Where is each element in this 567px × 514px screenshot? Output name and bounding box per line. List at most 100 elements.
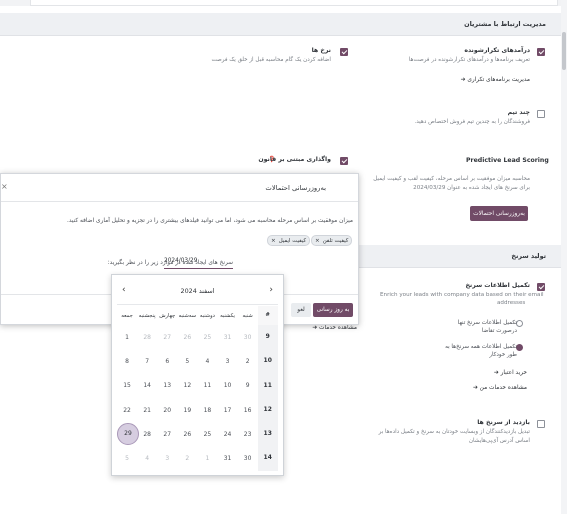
multi-team-desc: فروشندگان را به چندین تیم فروش اختصاص ده… xyxy=(414,119,530,125)
arrow-icon: ➔ xyxy=(472,385,478,391)
week-number-header: # xyxy=(257,306,278,325)
recurring-plans-link[interactable]: مدیریت برنامه‌های تکراری ➔ xyxy=(461,77,530,83)
weekday-header: دوشنبه xyxy=(199,312,215,319)
visits-checkbox[interactable] xyxy=(537,420,545,428)
lead-section-title: تولید سرنخ xyxy=(511,252,546,260)
calendar-day[interactable]: 30 xyxy=(238,334,258,341)
calendar-day[interactable]: 8 xyxy=(117,358,137,365)
calendar-day[interactable]: 25 xyxy=(197,334,217,341)
calendar-day[interactable]: 18 xyxy=(197,407,217,414)
multi-team-checkbox[interactable] xyxy=(537,110,545,118)
enrich-auto-label-2: طور خودکار xyxy=(489,352,517,358)
calendar-day[interactable]: 31 xyxy=(217,334,237,341)
calendar-day[interactable]: 28 xyxy=(137,334,157,341)
calendar-week-row: 5 4 3 2 1 31 30 14 xyxy=(117,446,278,471)
enrich-on-demand-radio[interactable] xyxy=(516,320,523,327)
calendar-day-label: 3 xyxy=(225,357,230,365)
calendar-day-label: 30 xyxy=(243,455,252,463)
view-services-link[interactable]: مشاهده خدمات ➔ xyxy=(312,325,357,331)
calendar-day[interactable]: 26 xyxy=(177,431,197,438)
calendar-day[interactable]: 4 xyxy=(197,358,217,365)
calendar-day[interactable]: 4 xyxy=(137,455,157,462)
view-services-label: مشاهده خدمات xyxy=(319,325,357,331)
view-my-services-link[interactable]: مشاهده خدمات من ➔ xyxy=(473,385,527,391)
calendar-day[interactable]: 25 xyxy=(197,431,217,438)
calendar-day[interactable]: 30 xyxy=(238,455,258,462)
calendar-week-row: 8 7 6 5 4 3 2 10 xyxy=(117,349,278,374)
calendar-day[interactable]: 10 xyxy=(217,382,237,389)
calendar-day-label: 24 xyxy=(223,430,232,438)
calendar-day-label: 20 xyxy=(163,406,172,414)
calendar-day[interactable]: 22 xyxy=(117,407,137,414)
recurring-revenue-checkbox[interactable] xyxy=(537,48,545,56)
week-number: 13 xyxy=(257,422,278,447)
calendar-day[interactable]: 6 xyxy=(157,358,177,365)
calendar-day-label: 13 xyxy=(163,382,172,390)
dialog-description: میزان موفقیت بر اساس مرحله محاسبه می شود… xyxy=(67,218,353,224)
calendar-day-label: 25 xyxy=(203,333,212,341)
buy-credits-link[interactable]: خرید اعتبار ➔ xyxy=(494,370,527,376)
calendar-day-label: 5 xyxy=(185,357,190,365)
calendar-day[interactable]: 5 xyxy=(117,455,137,462)
calendar-day[interactable]: 21 xyxy=(137,407,157,414)
calendar-day[interactable]: 3 xyxy=(217,358,237,365)
rates-checkbox[interactable] xyxy=(340,48,348,56)
tag-remove-icon[interactable]: × xyxy=(271,238,276,244)
rule-assignment-checkbox[interactable] xyxy=(340,157,348,165)
calendar-day-label: 23 xyxy=(243,430,252,438)
calendar-day[interactable]: 7 xyxy=(137,358,157,365)
calendar-day[interactable]: 1 xyxy=(117,334,137,341)
enrich-auto-radio[interactable] xyxy=(516,344,523,351)
calendar-day[interactable]: 16 xyxy=(238,407,258,414)
calendar-day-label: 2 xyxy=(245,357,250,365)
confirm-update-button[interactable]: به روز رسانی xyxy=(313,303,353,317)
help-icon[interactable]: ❓ xyxy=(268,156,275,163)
calendar-day[interactable]: 17 xyxy=(217,407,237,414)
tag-email-quality: کیفیت ایمیل × xyxy=(267,235,311,246)
calendar-day-label: 26 xyxy=(183,333,192,341)
calendar-day-selected[interactable]: 29 xyxy=(117,423,139,446)
calendar-day[interactable]: 27 xyxy=(157,334,177,341)
close-icon[interactable]: × xyxy=(1,182,8,191)
calendar-day[interactable]: 2 xyxy=(177,455,197,462)
weekday-header: یکشنبه xyxy=(220,312,235,319)
calendar-day[interactable]: 24 xyxy=(217,431,237,438)
dialog-header-divider xyxy=(1,201,358,202)
calendar-day[interactable]: 31 xyxy=(217,455,237,462)
enrich-title: تکمیل اطلاعات سرنخ xyxy=(465,282,530,289)
calendar-day-label: 31 xyxy=(223,333,232,341)
calendar-day[interactable]: 20 xyxy=(157,407,177,414)
calendar-day[interactable]: 12 xyxy=(177,382,197,389)
visits-title: بازدید از سرنخ ها xyxy=(477,419,530,426)
calendar-day-label: 15 xyxy=(123,382,131,390)
pls-desc-1: محاسبه میزان موفقیت بر اساس مرحله، کیفیت… xyxy=(373,176,530,182)
top-strip xyxy=(0,0,567,6)
recurring-revenue-desc: تعریف برنامه‌ها و درآمدهای تکرارشونده در… xyxy=(408,57,530,63)
date-input[interactable]: 2024/03/29 xyxy=(164,258,233,269)
page-scrollbar[interactable] xyxy=(561,0,567,514)
cancel-button[interactable]: لغو xyxy=(291,303,311,317)
calendar-day[interactable]: 3 xyxy=(157,455,177,462)
update-probabilities-button[interactable]: به‌روزرسانی احتمالات xyxy=(470,206,528,221)
calendar-day[interactable]: 14 xyxy=(137,382,157,389)
tag-remove-icon[interactable]: × xyxy=(315,238,320,244)
calendar-day[interactable]: 1 xyxy=(197,455,217,462)
calendar-day[interactable]: 19 xyxy=(177,407,197,414)
calendar-day[interactable]: 28 xyxy=(137,431,157,438)
calendar-day[interactable]: 13 xyxy=(157,382,177,389)
enrich-checkbox[interactable] xyxy=(537,283,545,291)
rates-desc: اضافه کردن یک گام محاسبه قبل از خلق یک ف… xyxy=(211,57,331,63)
calendar-day[interactable]: 11 xyxy=(197,382,217,389)
weekday-header: پنجشنبه xyxy=(138,312,156,319)
calendar-day[interactable]: 9 xyxy=(238,382,258,389)
calendar-day[interactable]: 15 xyxy=(117,382,137,389)
calendar-day[interactable]: 2 xyxy=(238,358,258,365)
calendar-day[interactable]: 26 xyxy=(177,334,197,341)
calendar-day[interactable]: 23 xyxy=(238,431,258,438)
calendar-day[interactable]: 5 xyxy=(177,358,197,365)
calendar-divider xyxy=(117,304,278,305)
scrollbar-thumb[interactable] xyxy=(562,32,566,70)
calendar-day-label: 4 xyxy=(145,455,150,463)
calendar-day[interactable]: 27 xyxy=(157,431,177,438)
multi-team-title: چند تیم xyxy=(507,109,530,116)
